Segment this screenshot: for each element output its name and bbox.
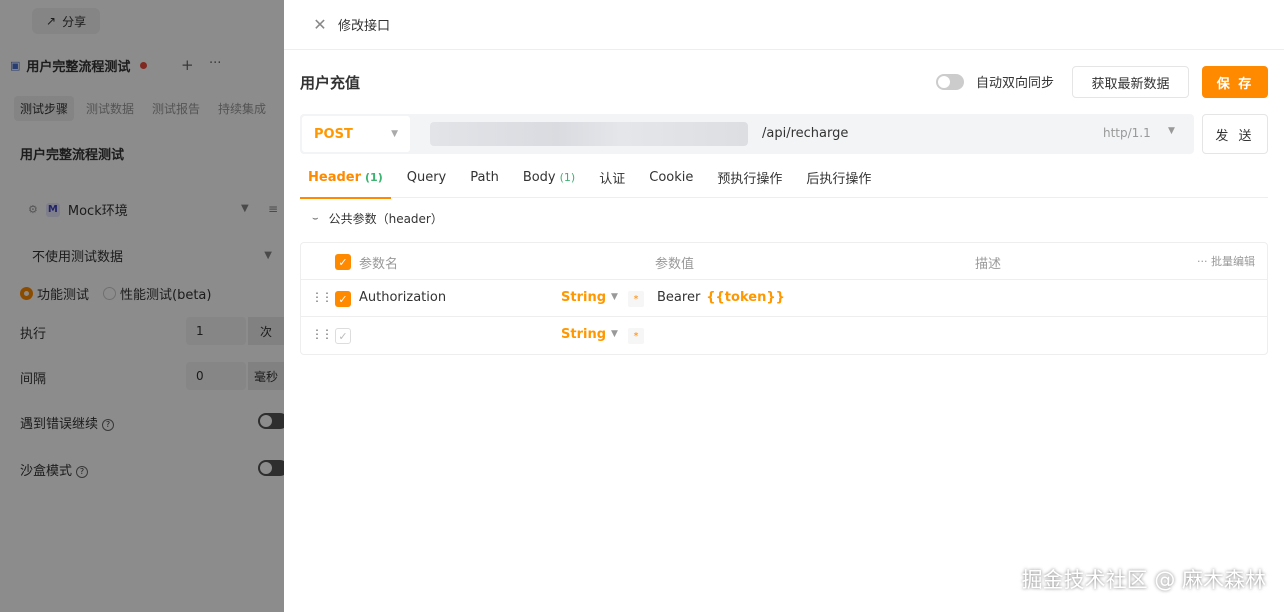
drawer-title: 修改接口: [338, 19, 391, 34]
edit-api-drawer: ✕ 修改接口 用户充值 自动双向同步 获取最新数据 保 存 POST ▼ /ap…: [284, 0, 1284, 612]
tab-header[interactable]: Header (1): [300, 158, 391, 199]
interval-unit-select[interactable]: 毫秒: [248, 362, 284, 390]
chevron-down-icon: ▼: [391, 129, 398, 139]
exec-label: 执行: [20, 327, 47, 342]
tab-path[interactable]: Path: [462, 158, 507, 198]
public-params-toggle[interactable]: ⌣ 公共参数（header）: [312, 210, 443, 227]
param-type-select[interactable]: String: [561, 290, 606, 305]
radio-functional[interactable]: 功能测试: [20, 284, 89, 303]
save-button[interactable]: 保 存: [1202, 66, 1268, 98]
row-checkbox[interactable]: ✓: [335, 328, 351, 344]
table-header-row: ✓ 参数名 参数值 描述 ··· 批量编辑: [301, 243, 1267, 280]
param-type-select[interactable]: String: [561, 327, 606, 342]
col-name: 参数名: [359, 257, 399, 272]
subtab-ci[interactable]: 持续集成: [212, 96, 272, 121]
env-label: Mock环境: [67, 204, 128, 219]
add-tab-icon[interactable]: +: [181, 56, 194, 74]
more-icon[interactable]: ···: [209, 56, 221, 71]
col-desc: 描述: [975, 257, 1002, 272]
sandbox-toggle[interactable]: [258, 460, 284, 476]
tab-auth[interactable]: 认证: [591, 158, 633, 198]
drag-handle-icon[interactable]: ⋮⋮: [311, 327, 333, 341]
test-case-icon: ▣: [10, 59, 21, 72]
radio-performance[interactable]: 性能测试(beta): [103, 284, 211, 303]
modal-overlay: [0, 0, 284, 612]
api-name[interactable]: 用户充值: [300, 72, 360, 93]
sandbox-label: 沙盒模式?: [20, 460, 89, 479]
row-checkbox[interactable]: ✓: [335, 291, 351, 307]
eye-closed-icon: ⌣: [312, 213, 319, 224]
subtab-data[interactable]: 测试数据: [80, 96, 140, 121]
param-name[interactable]: Authorization: [359, 290, 446, 305]
request-tabs: Header (1) Query Path Body (1) 认证 Cookie 预…: [300, 158, 1268, 199]
token-variable: {{token}}: [706, 290, 785, 305]
help-icon[interactable]: ?: [76, 465, 89, 478]
required-star-icon[interactable]: *: [628, 328, 644, 344]
header-params-table: ✓ 参数名 参数值 描述 ··· 批量编辑 ⋮⋮ ✓ Authorization…: [300, 242, 1268, 355]
protocol-select[interactable]: http/1.1: [1103, 126, 1151, 140]
chevron-down-icon: ▼: [611, 292, 618, 302]
table-row: ⋮⋮ ✓ String ▼ *: [301, 317, 1267, 354]
auto-sync-label: 自动双向同步: [976, 76, 1055, 91]
send-button[interactable]: 发 送: [1202, 114, 1268, 154]
continue-on-error-label: 遇到错误继续?: [20, 413, 115, 432]
subtabs: 测试步骤 测试数据 测试报告 持续集成: [14, 96, 272, 121]
method-select[interactable]: POST ▼: [302, 116, 410, 152]
required-star-icon[interactable]: *: [628, 291, 644, 307]
test-mode-group: 功能测试 性能测试(beta): [20, 284, 211, 303]
url-path-input[interactable]: /api/recharge: [762, 126, 848, 141]
menu-icon[interactable]: ≡: [268, 202, 278, 216]
subtab-steps[interactable]: 测试步骤: [14, 96, 75, 121]
col-value: 参数值: [655, 257, 695, 272]
auto-sync: 自动双向同步: [936, 72, 1054, 91]
chevron-down-icon[interactable]: ▼: [241, 203, 249, 214]
tab-cookie[interactable]: Cookie: [641, 158, 701, 198]
chevron-down-icon: ▼: [264, 249, 272, 261]
left-panel: ↗ 分享 ▣ 用户完整流程测试 + ··· 测试步骤 测试数据 测试报告 持续集…: [0, 0, 284, 612]
subtab-report[interactable]: 测试报告: [146, 96, 206, 121]
param-value[interactable]: Bearer {{token}}: [657, 290, 785, 305]
env-badge: M: [45, 202, 60, 217]
test-tab-title: 用户完整流程测试: [26, 60, 131, 75]
share-button[interactable]: ↗ 分享: [32, 8, 101, 34]
tab-query[interactable]: Query: [399, 158, 455, 198]
host-blurred: [430, 122, 748, 146]
exec-unit: 次: [248, 317, 284, 345]
flow-title: 用户完整流程测试: [20, 148, 125, 163]
tab-body[interactable]: Body (1): [515, 158, 583, 198]
radio-off-icon: [103, 287, 117, 300]
chevron-down-icon: ▼: [1168, 126, 1175, 136]
select-all-checkbox[interactable]: ✓: [335, 254, 351, 270]
test-data-select[interactable]: 不使用测试数据 ▼: [20, 240, 282, 270]
watermark: 掘金技术社区 @ 麻木森林: [1021, 568, 1266, 592]
test-tab[interactable]: ▣ 用户完整流程测试: [10, 56, 148, 75]
fetch-latest-button[interactable]: 获取最新数据: [1072, 66, 1189, 98]
drag-handle-icon[interactable]: ⋮⋮: [311, 290, 333, 304]
help-icon[interactable]: ?: [102, 418, 115, 431]
unsaved-dot: [140, 62, 148, 69]
env-select[interactable]: ⚙ M Mock环境: [28, 200, 128, 219]
drawer-header: ✕ 修改接口: [284, 0, 1284, 50]
share-icon: ↗: [46, 14, 57, 28]
close-icon[interactable]: ✕: [312, 15, 328, 34]
exec-count-input[interactable]: 1: [186, 317, 246, 345]
continue-on-error-toggle[interactable]: [258, 413, 284, 429]
bulk-edit-button[interactable]: ··· 批量编辑: [1197, 253, 1255, 269]
chevron-down-icon: ▼: [611, 329, 618, 339]
table-row: ⋮⋮ ✓ Authorization String ▼ * Bearer {{to…: [301, 280, 1267, 317]
url-bar: POST ▼ /api/recharge http/1.1 ▼: [300, 114, 1194, 154]
auto-sync-toggle[interactable]: [936, 73, 964, 90]
tab-pre-script[interactable]: 预执行操作: [709, 158, 790, 198]
tab-post-script[interactable]: 后执行操作: [798, 158, 879, 198]
env-gear-icon: ⚙: [28, 203, 38, 216]
interval-input[interactable]: 0: [186, 362, 246, 390]
radio-on-icon: [20, 287, 33, 300]
interval-label: 间隔: [20, 372, 47, 387]
